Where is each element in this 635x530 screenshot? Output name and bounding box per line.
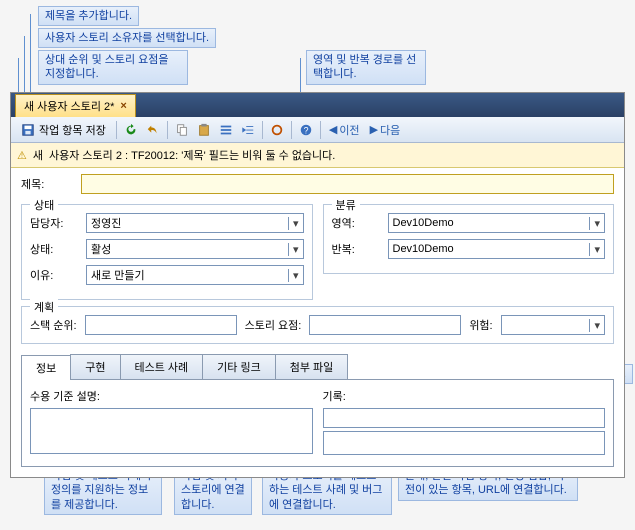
indent-button[interactable] bbox=[238, 120, 258, 140]
callout-select-owner: 사용자 스토리 소유자를 선택합니다. bbox=[38, 28, 216, 48]
callout-add-title: 제목을 추가합니다. bbox=[38, 6, 139, 26]
warning-icon: ⚠ bbox=[17, 149, 27, 162]
document-tab-title: 새 사용자 스토리 2* bbox=[24, 98, 114, 114]
stackrank-label: 스택 순위: bbox=[30, 317, 77, 333]
callout-priority: 상대 순위 및 스토리 요점을 지정합니다. bbox=[38, 50, 188, 85]
history-input[interactable] bbox=[323, 408, 606, 428]
close-icon[interactable]: × bbox=[120, 100, 126, 112]
help-button[interactable]: ? bbox=[296, 120, 316, 140]
save-button[interactable]: 작업 항목 저장 bbox=[15, 120, 112, 140]
acceptance-textarea[interactable] bbox=[30, 408, 313, 454]
state-legend: 상태 bbox=[30, 197, 58, 213]
outdent-button[interactable] bbox=[216, 120, 236, 140]
tab-info[interactable]: 정보 bbox=[21, 355, 71, 380]
warning-prefix: 새 bbox=[33, 147, 43, 163]
history-list[interactable] bbox=[323, 431, 606, 455]
acceptance-label: 수용 기준 설명: bbox=[30, 388, 313, 404]
refresh-icon bbox=[124, 123, 138, 137]
warning-bar: ⚠ 새 사용자 스토리 2 : TF20012: '제목' 필드는 비워 둘 수… bbox=[11, 143, 624, 168]
copy-icon bbox=[175, 123, 189, 137]
reason-label: 이유: bbox=[30, 267, 86, 283]
storypoints-input[interactable] bbox=[309, 315, 461, 335]
undo-icon bbox=[146, 123, 160, 137]
stackrank-input[interactable] bbox=[85, 315, 237, 335]
chevron-down-icon: ▾ bbox=[288, 269, 299, 282]
outdent-icon bbox=[219, 123, 233, 137]
tab-attachments[interactable]: 첨부 파일 bbox=[275, 354, 349, 379]
assignee-label: 담당자: bbox=[30, 215, 86, 231]
detail-tabs: 정보 구현 테스트 사례 기타 링크 첨부 파일 bbox=[21, 354, 614, 380]
chevron-down-icon: ▾ bbox=[288, 217, 299, 230]
link-icon bbox=[270, 123, 284, 137]
detail-panel: 수용 기준 설명: 기록: bbox=[21, 380, 614, 467]
link-button[interactable] bbox=[267, 120, 287, 140]
state-fieldset: 상태 담당자: 정영진▾ 상태: 활성▾ 이유: 새로 만들기▾ bbox=[21, 204, 313, 300]
title-input[interactable] bbox=[81, 174, 614, 194]
save-icon bbox=[21, 123, 35, 137]
chevron-down-icon: ▾ bbox=[589, 243, 600, 256]
state-select[interactable]: 활성▾ bbox=[86, 239, 304, 259]
document-tab[interactable]: 새 사용자 스토리 2* × bbox=[15, 94, 136, 117]
tab-otherlinks[interactable]: 기타 링크 bbox=[202, 354, 276, 379]
indent-icon bbox=[241, 123, 255, 137]
nav-next[interactable]: ▶다음 bbox=[366, 122, 405, 138]
assignee-select[interactable]: 정영진▾ bbox=[86, 213, 304, 233]
classification-legend: 분류 bbox=[332, 197, 360, 213]
iteration-select[interactable]: Dev10Demo▾ bbox=[388, 239, 606, 259]
nav-prev[interactable]: ◀이전 bbox=[325, 122, 364, 138]
history-label: 기록: bbox=[323, 388, 606, 404]
document-tabbar: 새 사용자 스토리 2* × bbox=[11, 93, 624, 117]
plan-fieldset: 계획 스택 순위: 스토리 요점: 위험: ▾ bbox=[21, 306, 614, 344]
iteration-label: 반복: bbox=[332, 241, 388, 257]
area-select[interactable]: Dev10Demo▾ bbox=[388, 213, 606, 233]
risk-select[interactable]: ▾ bbox=[501, 315, 605, 335]
refresh-button[interactable] bbox=[121, 120, 141, 140]
svg-text:?: ? bbox=[303, 125, 308, 135]
toolbar: 작업 항목 저장 ? ◀이전 ▶다음 bbox=[11, 117, 624, 143]
paste-icon bbox=[197, 123, 211, 137]
reason-select[interactable]: 새로 만들기▾ bbox=[86, 265, 304, 285]
chevron-down-icon: ▾ bbox=[589, 319, 600, 332]
risk-label: 위험: bbox=[469, 317, 492, 333]
chevron-down-icon: ▾ bbox=[589, 217, 600, 230]
app-window: 새 사용자 스토리 2* × 작업 항목 저장 ? ◀이전 ▶다음 bbox=[10, 92, 625, 478]
chevron-down-icon: ▾ bbox=[288, 243, 299, 256]
plan-legend: 계획 bbox=[30, 299, 58, 315]
help-icon: ? bbox=[299, 123, 313, 137]
paste-button[interactable] bbox=[194, 120, 214, 140]
area-label: 영역: bbox=[332, 215, 388, 231]
tab-testcases[interactable]: 테스트 사례 bbox=[120, 354, 204, 379]
storypoints-label: 스토리 요점: bbox=[245, 317, 302, 333]
copy-button[interactable] bbox=[172, 120, 192, 140]
undo-button[interactable] bbox=[143, 120, 163, 140]
classification-fieldset: 분류 영역: Dev10Demo▾ 반복: Dev10Demo▾ bbox=[323, 204, 615, 274]
tab-implementation[interactable]: 구현 bbox=[70, 354, 120, 379]
callout-area-iteration: 영역 및 반복 경로를 선택합니다. bbox=[306, 50, 426, 85]
warning-message: 사용자 스토리 2 : TF20012: '제목' 필드는 비워 둘 수 없습니… bbox=[49, 147, 335, 163]
state-label: 상태: bbox=[30, 241, 86, 257]
title-label: 제목: bbox=[21, 176, 81, 192]
